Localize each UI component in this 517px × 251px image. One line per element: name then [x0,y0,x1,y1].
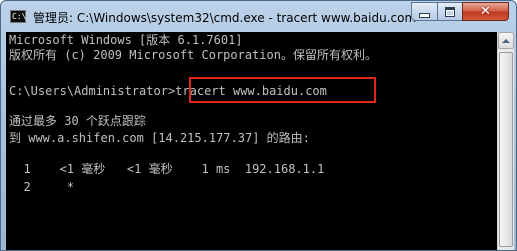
maximize-icon [445,6,455,17]
title-bar[interactable]: C:\ 管理员: C:\Windows\system32\cmd.exe - t… [1,1,516,32]
vertical-scrollbar[interactable] [497,32,514,250]
scroll-thumb[interactable] [499,52,513,247]
close-button[interactable]: ✕ [462,2,509,21]
console-line: Microsoft Windows [版本 6.1.7601] [9,33,243,47]
arrow-up-icon [502,38,510,43]
minimize-button[interactable] [411,2,438,21]
console-prompt-line: C:\Users\Administrator>tracert www.baidu… [9,84,327,98]
console-line: 1 <1 毫秒 <1 毫秒 1 ms 192.168.1.1 [9,162,325,176]
close-icon: ✕ [480,4,491,19]
minimize-icon [419,12,430,18]
console-output[interactable]: Microsoft Windows [版本 6.1.7601] 版权所有 (c)… [6,32,497,250]
scroll-up-button[interactable] [498,32,514,49]
console-line: 2 * [9,180,75,194]
console-line: 通过最多 30 个跃点跟踪 [9,114,146,128]
window-title: 管理员: C:\Windows\system32\cmd.exe - trace… [33,11,417,25]
cmd-icon[interactable]: C:\ [10,10,26,23]
maximize-button[interactable] [437,2,463,21]
cmd-window: C:\ 管理员: C:\Windows\system32\cmd.exe - t… [0,0,517,251]
console-line: 到 www.a.shifen.com [14.215.177.37] 的路由: [9,131,310,145]
console-line: 版权所有 (c) 2009 Microsoft Corporation。保留所有… [9,48,377,62]
